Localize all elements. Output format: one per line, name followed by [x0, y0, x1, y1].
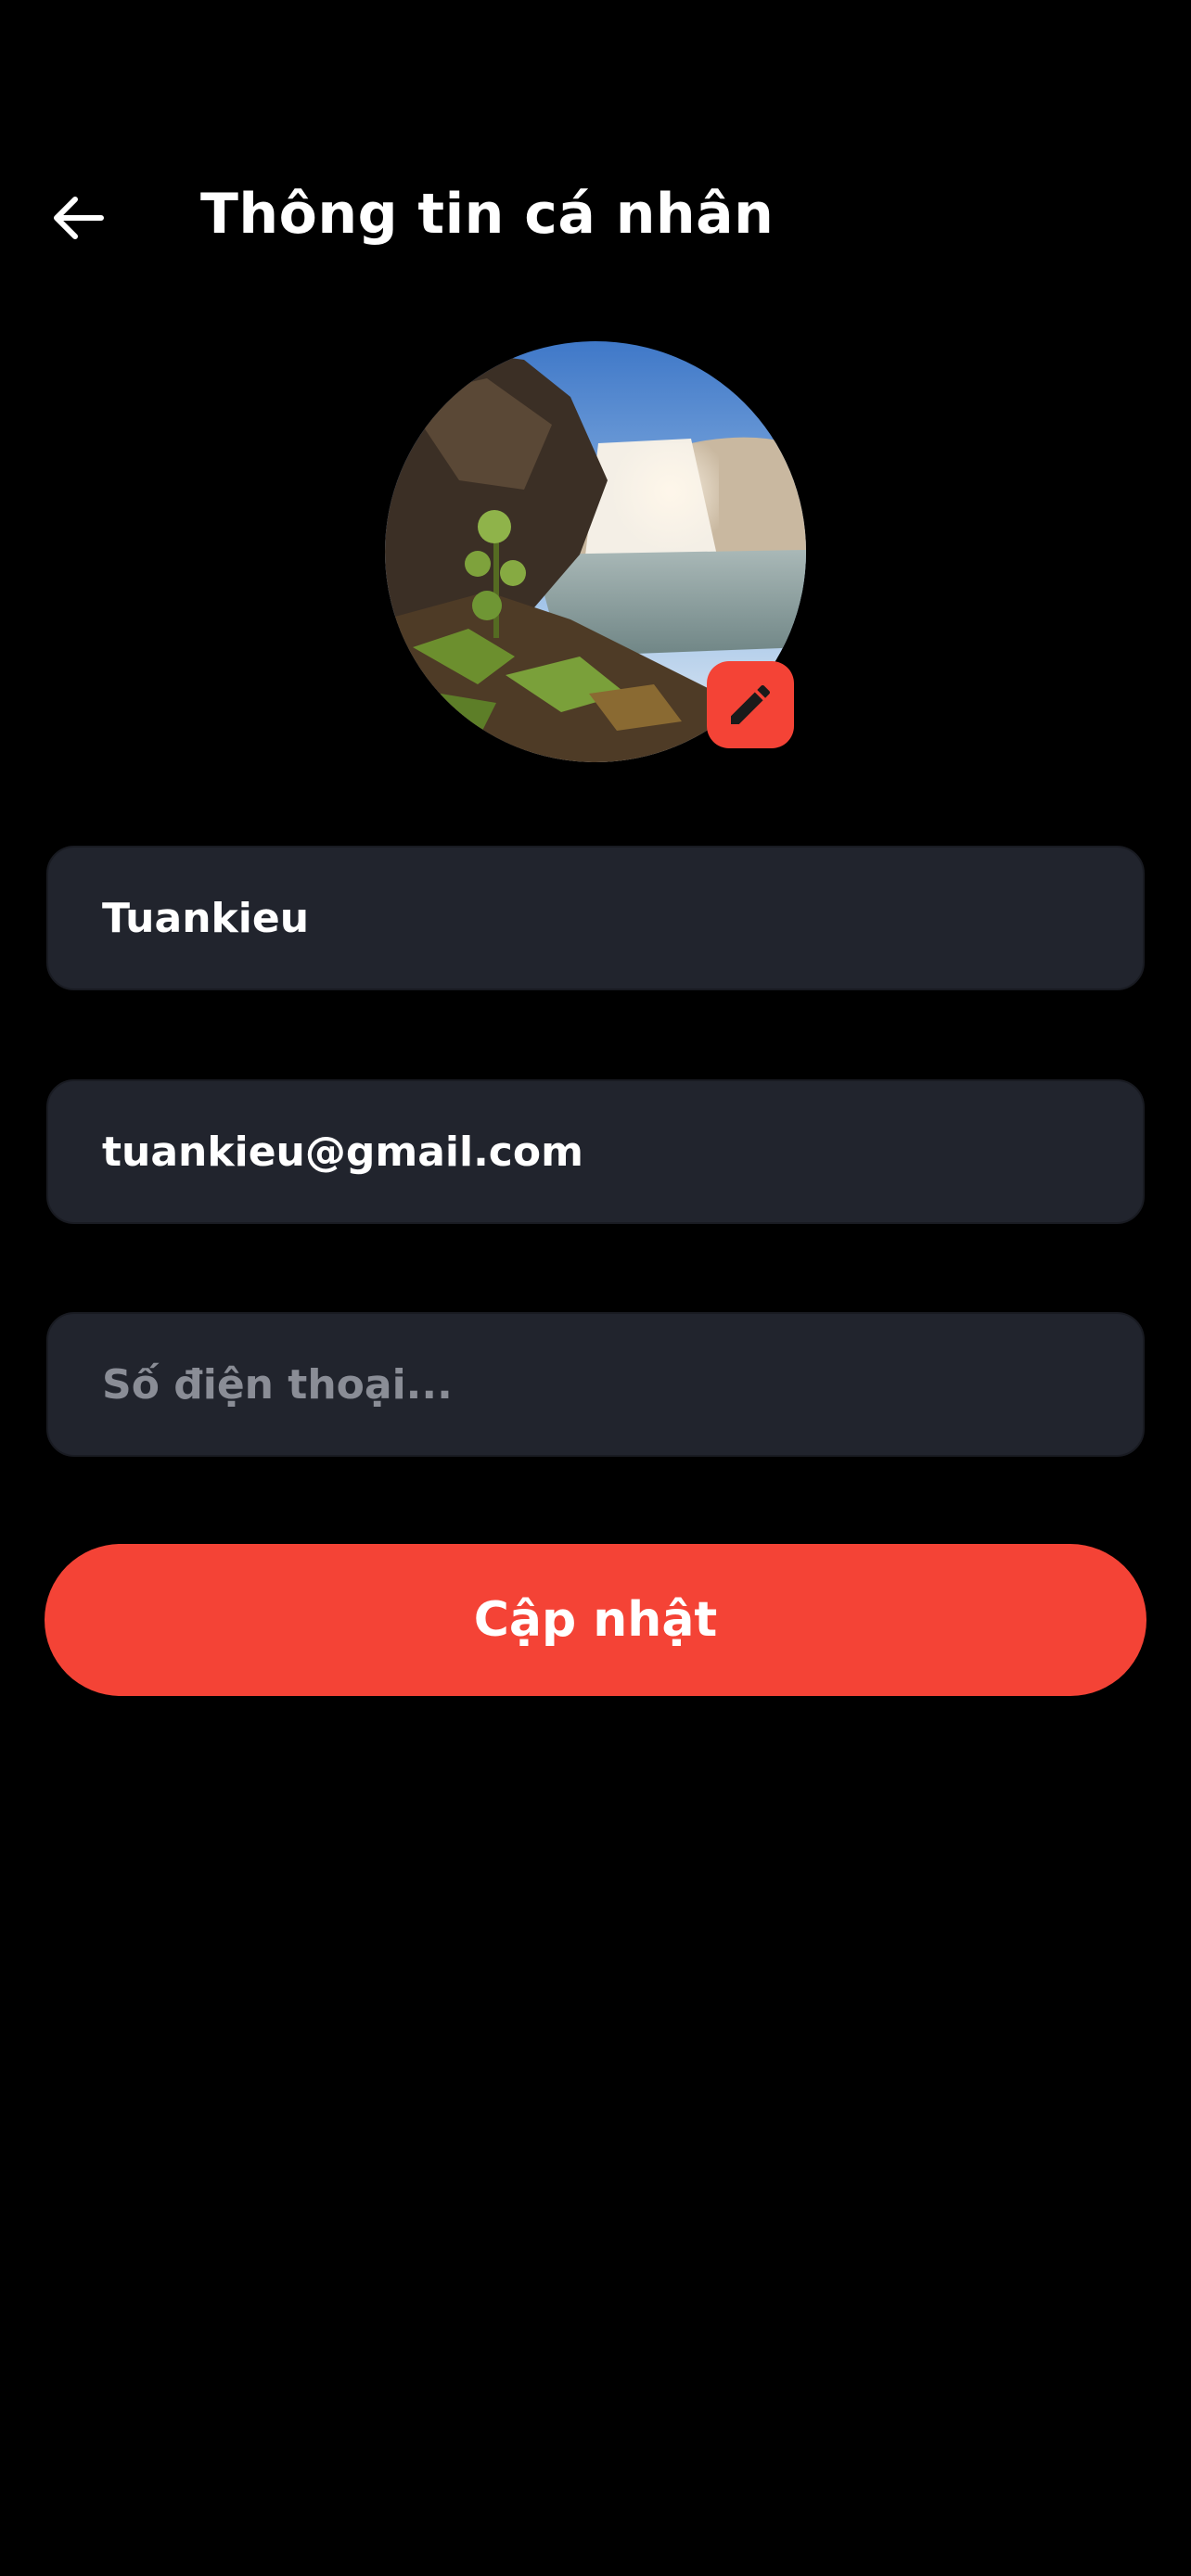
profile-screen: Thông tin cá nhân Tuankieu tuankieu@gmai… [0, 0, 1191, 2576]
arrow-left-icon [54, 197, 104, 239]
email-input[interactable] [102, 1081, 1143, 1222]
pencil-icon [731, 684, 771, 724]
name-field[interactable] [46, 846, 1145, 990]
update-button[interactable]: Cập nhật [45, 1544, 1146, 1696]
page-title: Thông tin cá nhân [200, 182, 775, 247]
edit-avatar-button[interactable] [707, 661, 794, 748]
phone-field[interactable] [46, 1312, 1145, 1457]
header: Thông tin cá nhân [0, 148, 1191, 269]
avatar-section [385, 341, 806, 762]
back-button[interactable] [37, 176, 121, 260]
email-field[interactable] [46, 1079, 1145, 1224]
phone-input[interactable] [102, 1314, 1143, 1455]
name-input[interactable] [102, 848, 1143, 988]
